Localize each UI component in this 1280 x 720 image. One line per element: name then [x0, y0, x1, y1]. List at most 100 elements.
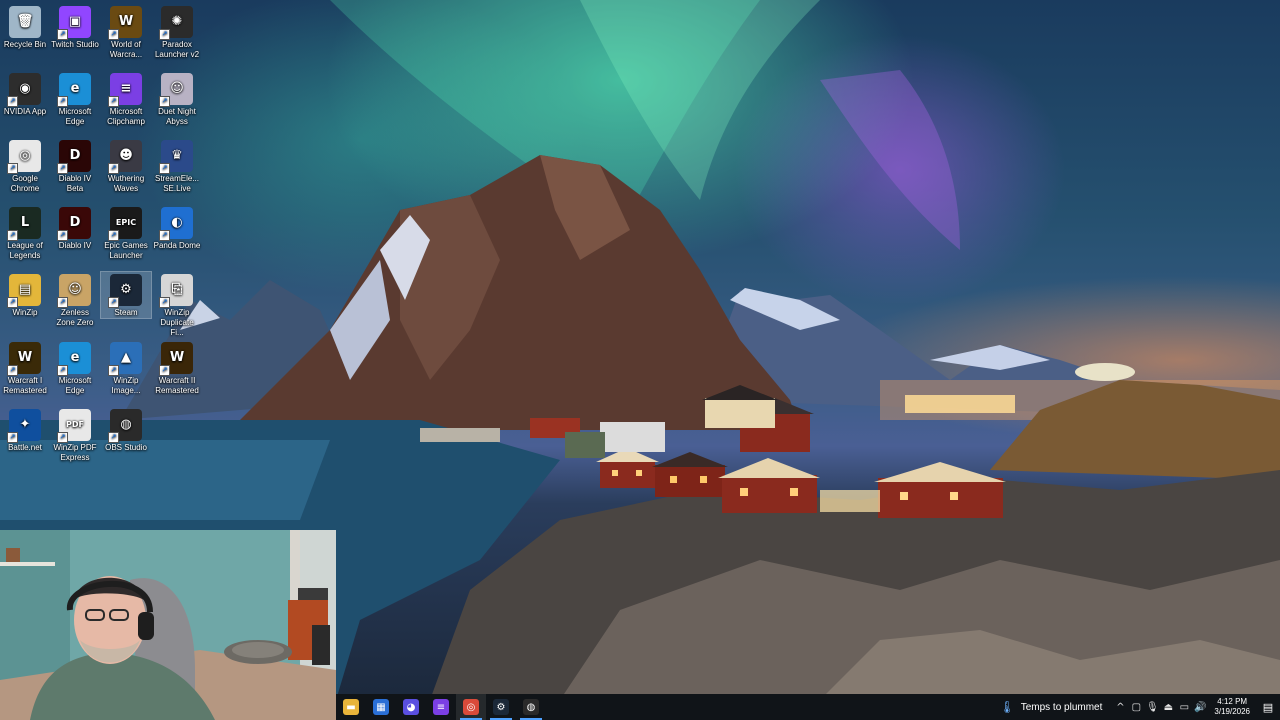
- clock[interactable]: 4:12 PM 3/19/2026: [1208, 697, 1256, 717]
- desktop-shortcut[interactable]: W ↗ Warcraft II Remastered: [152, 340, 202, 396]
- desktop-shortcut[interactable]: 🗑 Recycle Bin: [0, 4, 50, 50]
- desktop-shortcut[interactable]: ◐ ↗ Panda Dome: [152, 205, 202, 251]
- winzip-icon: ▤ ↗: [7, 274, 41, 308]
- shortcut-arrow-icon: ↗: [57, 365, 68, 376]
- desktop-shortcut[interactable]: ✦ ↗ Battle.net: [0, 407, 50, 453]
- desktop-shortcut-label: WinZip Duplicate Fi...: [160, 308, 194, 337]
- shortcut-arrow-icon: ↗: [7, 432, 18, 443]
- desktop-shortcut-label: WinZip Image...: [111, 376, 141, 395]
- microsoft-edge-icon: e ↗: [57, 73, 91, 107]
- desktop-shortcut[interactable]: ◎ ↗ Google Chrome: [0, 138, 50, 194]
- desktop-shortcut[interactable]: ⎘ ↗ WinZip Duplicate Fi...: [152, 272, 202, 338]
- recycle-bin-icon: 🗑: [9, 6, 41, 38]
- shortcut-arrow-icon: ↗: [7, 230, 18, 241]
- shortcut-arrow-icon: ↗: [57, 163, 68, 174]
- desktop-shortcut-label: League of Legends: [7, 241, 43, 260]
- warcraft-ii-remastered-icon: W ↗: [159, 342, 193, 376]
- taskbar-button[interactable]: ⚙: [486, 694, 516, 720]
- diablo-iv-beta-icon: D ↗: [57, 140, 91, 174]
- shortcut-arrow-icon: ↗: [108, 297, 119, 308]
- icon-glyph: D: [69, 215, 81, 230]
- desktop-shortcut[interactable]: D ↗ Diablo IV: [50, 205, 100, 251]
- desktop-shortcut[interactable]: ◉ ↗ NVIDIA App: [0, 71, 50, 117]
- obs-studio-icon: ◍ ↗: [108, 409, 142, 443]
- desktop-shortcut[interactable]: ▣ ↗ Twitch Studio: [50, 4, 100, 50]
- notification-center-icon[interactable]: ▤: [1256, 701, 1280, 714]
- discord-icon: ◕: [403, 699, 419, 715]
- tray-icon-group: ^ ▢ 🎙 ⏏ ▭ 🔊: [1112, 702, 1208, 713]
- desktop-shortcut[interactable]: e ↗ Microsoft Edge: [50, 340, 100, 396]
- microphone-icon[interactable]: 🎙: [1144, 702, 1160, 713]
- steam-icon: ⚙ ↗: [108, 274, 142, 308]
- icon-glyph: W: [169, 350, 185, 365]
- desktop-shortcut-label: StreamEle... SE.Live: [154, 174, 199, 193]
- taskbar-button[interactable]: ◎: [456, 694, 486, 720]
- desktop-shortcut[interactable]: PDF ↗ WinZip PDF Express: [50, 407, 100, 463]
- shortcut-arrow-icon: ↗: [57, 297, 68, 308]
- paradox-launcher-icon: ✺ ↗: [159, 6, 193, 40]
- duet-night-abyss-icon: ☺ ↗: [159, 73, 193, 107]
- desktop-shortcut[interactable]: L ↗ League of Legends: [0, 205, 50, 261]
- desktop-shortcut-label: Panda Dome: [153, 241, 201, 250]
- desktop-shortcut-label: WinZip: [12, 308, 38, 317]
- shortcut-arrow-icon: ↗: [7, 163, 18, 174]
- volume-icon[interactable]: 🔊: [1192, 702, 1208, 713]
- taskbar-pinned-apps: ▬ ▦ ◕ ≡ ◎ ⚙ ◍: [336, 694, 546, 720]
- nvidia-app-icon: ◉ ↗: [7, 73, 41, 107]
- desktop-shortcut[interactable]: e ↗ Microsoft Edge: [50, 71, 100, 127]
- desktop-shortcut[interactable]: ≡ ↗ Microsoft Clipchamp: [101, 71, 151, 127]
- desktop-shortcut-label: Recycle Bin: [3, 40, 47, 49]
- show-hidden-icons-chevron[interactable]: ^: [1112, 702, 1128, 713]
- taskbar-button[interactable]: ◍: [516, 694, 546, 720]
- wuthering-waves-icon: ☻ ↗: [108, 140, 142, 174]
- taskbar-button[interactable]: ▬: [336, 694, 366, 720]
- desktop-shortcut[interactable]: ⚙ ↗ Steam: [100, 271, 152, 319]
- desktop-shortcut[interactable]: ◍ ↗ OBS Studio: [101, 407, 151, 453]
- icon-glyph: e: [70, 81, 80, 96]
- network-icon[interactable]: ▭: [1176, 702, 1192, 713]
- desktop-shortcut-label: Battle.net: [8, 443, 42, 452]
- shortcut-arrow-icon: ↗: [108, 96, 119, 107]
- desktop-shortcut-label: Epic Games Launcher: [104, 241, 148, 260]
- taskbar-button[interactable]: ◕: [396, 694, 426, 720]
- shortcut-arrow-icon: ↗: [108, 230, 119, 241]
- taskbar-button[interactable]: ▦: [366, 694, 396, 720]
- google-chrome-taskbar-icon: ◎: [463, 699, 479, 715]
- desktop-shortcut[interactable]: ☺ ↗ Duet Night Abyss: [152, 71, 202, 127]
- desktop-shortcut[interactable]: ▲ ↗ WinZip Image...: [101, 340, 151, 396]
- microsoft-edge-icon: e ↗: [57, 342, 91, 376]
- icon-glyph: ▤: [18, 282, 32, 297]
- icon-glyph: W: [17, 350, 33, 365]
- clipchamp-icon: ≡ ↗: [108, 73, 142, 107]
- weather-widget[interactable]: 🌡 Temps to plummet: [999, 700, 1102, 714]
- taskbar-button[interactable]: ≡: [426, 694, 456, 720]
- desktop-shortcut[interactable]: ☺ ↗ Zenless Zone Zero: [50, 272, 100, 328]
- desktop-shortcut[interactable]: W ↗ World of Warcra...: [101, 4, 151, 60]
- shortcut-arrow-icon: ↗: [108, 365, 119, 376]
- battle-net-icon: ✦ ↗: [7, 409, 41, 443]
- shortcut-arrow-icon: ↗: [108, 29, 119, 40]
- desktop-shortcut[interactable]: ♛ ↗ StreamEle... SE.Live: [152, 138, 202, 194]
- webcam-overlay: [0, 530, 336, 720]
- desktop-shortcut[interactable]: ☻ ↗ Wuthering Waves: [101, 138, 151, 194]
- desktop-shortcut-label: Warcraft II Remastered: [155, 376, 199, 395]
- webcam-scene: [0, 530, 336, 720]
- desktop-shortcut[interactable]: D ↗ Diablo IV Beta: [50, 138, 100, 194]
- desktop-shortcut[interactable]: ▤ ↗ WinZip: [0, 272, 50, 318]
- diablo-iv-icon: D ↗: [57, 207, 91, 241]
- streamelements-icon: ♛ ↗: [159, 140, 193, 174]
- desktop-shortcut-label: Diablo IV Beta: [58, 174, 92, 193]
- shortcut-arrow-icon: ↗: [57, 96, 68, 107]
- shortcut-arrow-icon: ↗: [108, 432, 119, 443]
- icon-glyph: ☺: [170, 81, 184, 96]
- icon-glyph: EPIC: [115, 218, 137, 227]
- icon-glyph: ◐: [171, 215, 183, 230]
- desktop-shortcut[interactable]: EPIC ↗ Epic Games Launcher: [101, 205, 151, 261]
- meet-now-icon[interactable]: ▢: [1128, 702, 1144, 713]
- desktop-shortcut[interactable]: W ↗ Warcraft I Remastered: [0, 340, 50, 396]
- obs-studio-taskbar-icon: ◍: [523, 699, 539, 715]
- icon-glyph: ♛: [171, 148, 183, 163]
- usb-device-icon[interactable]: ⏏: [1160, 702, 1176, 713]
- shortcut-arrow-icon: ↗: [159, 365, 170, 376]
- desktop-shortcut[interactable]: ✺ ↗ Paradox Launcher v2: [152, 4, 202, 60]
